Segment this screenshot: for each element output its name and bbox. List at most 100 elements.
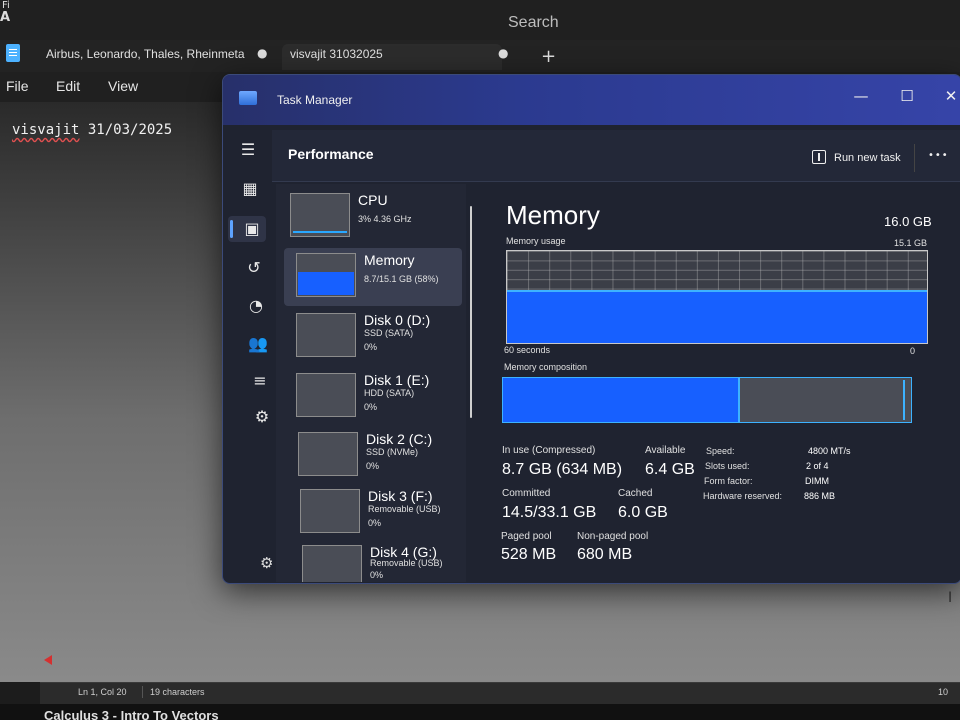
resource-type: Removable (USB) — [370, 558, 443, 568]
red-marker-icon — [44, 655, 52, 665]
tab-1-unsaved-dot[interactable]: ● — [257, 46, 267, 60]
memory-total: 16.0 GB — [884, 214, 932, 229]
spec-hardware-reserved-label: Hardware reserved: — [703, 491, 783, 501]
run-new-task-button[interactable]: Run new task — [834, 152, 901, 164]
more-options-button[interactable]: ••• — [928, 150, 949, 161]
resource-type: HDD (SATA) — [364, 388, 415, 398]
notepad-app-icon — [6, 44, 20, 62]
close-button[interactable]: ✕ — [939, 87, 960, 105]
memory-composition-bar[interactable] — [502, 377, 912, 423]
disk-thumbnail — [302, 545, 362, 582]
spec-speed-label: Speed: — [706, 446, 735, 456]
disk-thumbnail — [296, 373, 356, 417]
memory-usage-graph — [506, 250, 928, 344]
graph-time-right: 0 — [910, 346, 916, 356]
resource-type: SSD (SATA) — [364, 328, 414, 338]
non-paged-pool-value: 680 MB — [577, 546, 633, 563]
notepad-tab-1[interactable]: Airbus, Leonardo, Thales, Rheinmeta — [46, 44, 246, 70]
cached-label: Cached — [618, 488, 653, 499]
hamburger-menu-icon[interactable]: ☰ — [236, 138, 260, 162]
services-icon[interactable]: ⚙ — [250, 405, 274, 429]
cpu-thumbnail-line — [293, 231, 347, 233]
resource-name: CPU — [358, 192, 388, 208]
resource-item-cpu[interactable]: CPU 3% 4.36 GHz — [278, 188, 462, 246]
nav-active-indicator — [230, 220, 233, 238]
startup-apps-icon[interactable]: ◔ — [244, 294, 268, 318]
memory-usage-fill — [507, 289, 927, 343]
performance-icon[interactable]: ▣ — [240, 217, 264, 241]
minimize-button[interactable]: — — [849, 87, 873, 105]
non-paged-pool-label: Non-paged pool — [577, 531, 649, 542]
available-label: Available — [645, 445, 686, 456]
settings-gear-icon[interactable]: ⚙ — [260, 554, 273, 572]
menu-edit[interactable]: Edit — [56, 78, 80, 94]
editor-content[interactable]: visvajit 31/03/2025 — [12, 122, 172, 138]
corner-glyph-bottom: A — [0, 10, 11, 25]
resource-usage: 0% — [368, 518, 382, 528]
tab-2-unsaved-dot[interactable]: ● — [498, 46, 508, 60]
status-zoom[interactable]: 10 — [938, 687, 948, 697]
disk-thumbnail — [300, 489, 360, 533]
resource-item-disk-2[interactable]: Disk 2 (C:) SSD (NVMe) 0% — [286, 427, 470, 485]
resource-detail: 8.7/15.1 GB (58%) — [364, 274, 439, 284]
disk-thumbnail — [298, 432, 358, 476]
resource-name: Disk 2 (C:) — [366, 431, 433, 447]
resource-item-disk-0[interactable]: Disk 0 (D:) SSD (SATA) 0% — [284, 308, 468, 366]
memory-usage-label: Memory usage — [506, 236, 566, 246]
resource-item-disk-1[interactable]: Disk 1 (E:) HDD (SATA) 0% — [284, 368, 468, 426]
spec-slots-value: 2 of 4 — [806, 461, 829, 471]
resource-type: SSD (NVMe) — [366, 447, 419, 457]
processes-icon[interactable]: ▦ — [238, 177, 262, 201]
spec-speed-value: 4800 MT/s — [808, 446, 851, 456]
maximize-button[interactable]: ☐ — [895, 87, 919, 105]
graph-time-left: 60 seconds — [504, 345, 551, 355]
resource-usage: 0% — [364, 342, 378, 352]
spec-hardware-reserved-value: 886 MB — [804, 491, 836, 501]
new-tab-button[interactable]: + — [541, 46, 556, 67]
resource-usage: 0% — [366, 461, 380, 471]
composition-free-marker — [903, 380, 905, 420]
status-divider — [142, 686, 143, 698]
task-manager-app-icon — [239, 91, 257, 105]
resource-name: Disk 3 (F:) — [368, 488, 433, 504]
resource-type: Removable (USB) — [368, 504, 441, 514]
memory-thumbnail — [296, 253, 356, 297]
menu-file[interactable]: File — [6, 78, 29, 94]
page-title: Performance — [288, 146, 374, 162]
os-top-bar — [0, 0, 960, 40]
resource-list-scrollbar[interactable] — [470, 206, 472, 418]
app-history-icon[interactable]: ↺ — [242, 256, 266, 280]
memory-composition-label: Memory composition — [504, 362, 588, 372]
resource-usage: 0% — [364, 402, 378, 412]
mouse-ibeam-cursor-icon: I — [948, 590, 953, 606]
spec-form-factor-label: Form factor: — [704, 476, 753, 486]
status-char-count: 19 characters — [150, 687, 205, 697]
resource-name: Disk 0 (D:) — [364, 312, 431, 328]
in-use-label: In use (Compressed) — [502, 445, 596, 456]
header-divider — [914, 144, 915, 172]
resource-item-disk-4[interactable]: Disk 4 (G:) Removable (USB) 0% — [290, 540, 474, 582]
in-use-value: 8.7 GB (634 MB) — [502, 461, 623, 478]
resource-item-memory[interactable]: Memory 8.7/15.1 GB (58%) — [284, 248, 462, 306]
misspelled-word[interactable]: visvajit — [12, 122, 79, 138]
menu-view[interactable]: View — [108, 78, 138, 94]
paged-pool-label: Paged pool — [501, 531, 552, 542]
run-new-task-icon[interactable] — [812, 150, 826, 164]
details-icon[interactable]: ≡ — [248, 369, 272, 393]
search-box[interactable]: Search — [508, 14, 559, 32]
notepad-tab-2[interactable]: visvajit 31032025 — [282, 44, 502, 70]
memory-heading: Memory — [506, 200, 600, 230]
resource-name: Memory — [364, 252, 415, 268]
disk-thumbnail — [296, 313, 356, 357]
resource-usage: 0% — [370, 570, 384, 580]
users-icon[interactable]: 👥 — [246, 332, 270, 356]
resource-item-disk-3[interactable]: Disk 3 (F:) Removable (USB) 0% — [288, 484, 472, 542]
resource-detail: 3% 4.36 GHz — [358, 214, 412, 224]
spec-slots-label: Slots used: — [705, 461, 750, 471]
cached-value: 6.0 GB — [618, 504, 668, 521]
spec-form-factor-value: DIMM — [805, 476, 829, 486]
resource-name: Disk 1 (E:) — [364, 372, 430, 388]
status-cursor-position: Ln 1, Col 20 — [78, 687, 127, 697]
composition-in-use-segment — [503, 378, 740, 422]
memory-usage-max: 15.1 GB — [894, 238, 928, 248]
